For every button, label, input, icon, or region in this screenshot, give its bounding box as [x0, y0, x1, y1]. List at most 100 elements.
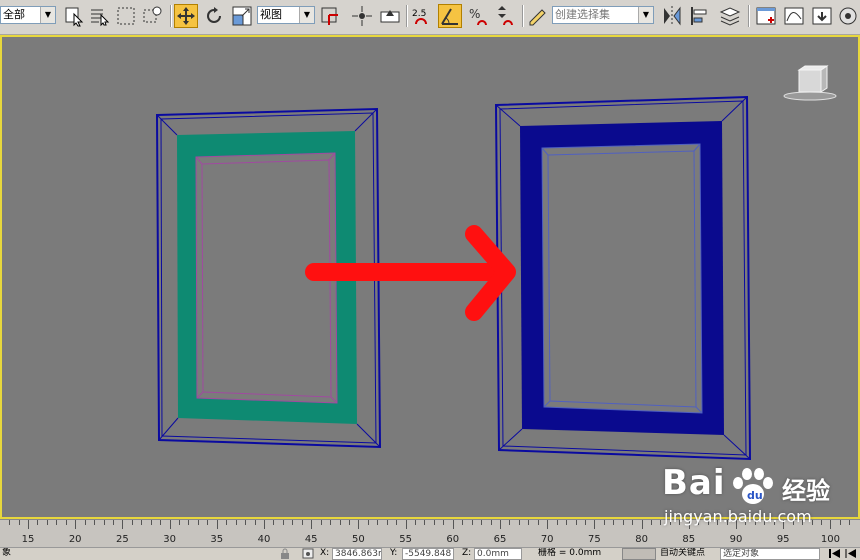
timeline-tick-label: 50 — [352, 534, 365, 545]
select-and-move-icon[interactable] — [174, 4, 198, 28]
timeline-minor-tick — [273, 520, 275, 525]
timeline-tick — [641, 520, 643, 529]
timeline-tick — [311, 520, 313, 529]
x-coord-field[interactable]: 3846.863m — [332, 548, 382, 560]
mirror-icon[interactable] — [660, 4, 684, 28]
timeline-minor-tick — [471, 520, 473, 525]
viewcube-icon[interactable] — [783, 65, 837, 101]
timeline-minor-tick — [339, 520, 341, 525]
timeline-minor-tick — [103, 520, 105, 525]
chevron-down-icon: ▼ — [299, 7, 314, 23]
timeline-minor-tick — [566, 520, 568, 525]
select-and-rotate-icon[interactable] — [202, 4, 226, 28]
timeline-minor-tick — [197, 520, 199, 525]
align-icon[interactable] — [688, 4, 712, 28]
set-key-button[interactable] — [622, 548, 656, 560]
snap-value-text: 2.5 — [412, 9, 426, 19]
timeline-minor-tick — [141, 520, 143, 525]
timeline-minor-tick — [320, 520, 322, 525]
edit-named-selection-icon[interactable] — [526, 4, 550, 28]
chevron-down-icon: ▼ — [638, 7, 653, 23]
pivot-center-icon[interactable] — [318, 4, 342, 28]
timeline-minor-tick — [179, 520, 181, 525]
timeline-tick-label: 70 — [540, 534, 554, 545]
manipulate-icon[interactable] — [350, 4, 374, 28]
timeline-minor-tick — [651, 520, 653, 525]
timeline-minor-tick — [254, 520, 256, 525]
x-coord-label: X: — [320, 548, 330, 558]
timeline-minor-tick — [301, 520, 303, 525]
selection-status-text: 象 — [2, 548, 12, 558]
material-editor-icon[interactable] — [810, 4, 834, 28]
timeline-minor-tick — [282, 520, 284, 525]
spinner-snap-icon[interactable] — [492, 4, 516, 28]
timeline-minor-tick — [509, 520, 511, 525]
curve-editor-icon[interactable] — [754, 4, 778, 28]
timeline-minor-tick — [386, 520, 388, 525]
timeline-tick — [405, 520, 407, 529]
auto-key-button[interactable]: 自动关键点 — [660, 548, 720, 560]
timeline-minor-tick — [556, 520, 558, 525]
timeline-minor-tick — [160, 520, 162, 525]
z-coord-field[interactable]: 0.0mm — [474, 548, 522, 560]
timeline-minor-tick — [188, 520, 190, 525]
timeline-minor-tick — [235, 520, 237, 525]
timeline-minor-tick — [396, 520, 398, 525]
timeline-minor-tick — [131, 520, 133, 525]
timeline-minor-tick — [348, 520, 350, 525]
absolute-mode-transform-icon[interactable] — [302, 548, 316, 560]
timeline-tick — [452, 520, 454, 529]
right-door-frame[interactable] — [494, 95, 752, 461]
timeline-minor-tick — [150, 520, 152, 525]
timeline-minor-tick — [37, 520, 39, 525]
timeline-tick — [75, 520, 77, 529]
main-toolbar: 全部 ▼ 视图 ▼ 2.5 % 创建选择集 ▼ — [0, 0, 860, 35]
timeline-minor-tick — [575, 520, 577, 525]
select-by-name-icon[interactable] — [88, 4, 112, 28]
timeline-tick-label: 75 — [588, 534, 601, 545]
timeline-tick-label: 25 — [116, 534, 129, 545]
timeline-minor-tick — [415, 520, 417, 525]
key-filter-dropdown[interactable]: 选定对象 — [720, 548, 820, 560]
timeline-tick-label: 55 — [399, 534, 412, 545]
timeline-tick — [358, 520, 360, 529]
timeline-minor-tick — [613, 520, 615, 525]
timeline-tick — [28, 520, 29, 529]
timeline-tick-label: 40 — [257, 534, 271, 545]
timeline-tick-label: 35 — [210, 534, 224, 545]
timeline-tick-label: 80 — [635, 534, 648, 545]
timeline-minor-tick — [481, 520, 483, 525]
rect-selection-region-icon[interactable] — [114, 4, 138, 28]
timeline-minor-tick — [537, 520, 539, 525]
window-crossing-icon[interactable] — [140, 4, 164, 28]
layer-manager-icon[interactable] — [718, 4, 742, 28]
reference-coord-dropdown[interactable]: 视图 ▼ — [257, 6, 315, 24]
angle-snap-icon[interactable] — [438, 4, 462, 28]
select-and-scale-icon[interactable] — [230, 4, 254, 28]
timeline-minor-tick — [443, 520, 445, 525]
svg-text:du: du — [747, 489, 763, 502]
named-selection-set-dropdown[interactable]: 创建选择集 ▼ — [552, 6, 654, 24]
percent-snap-icon[interactable]: % — [466, 4, 490, 28]
go-to-start-icon[interactable] — [828, 548, 842, 560]
timeline-tick-label: 65 — [493, 534, 507, 545]
keyboard-shortcut-override-icon[interactable] — [378, 4, 402, 28]
viewport-perspective[interactable] — [0, 35, 860, 519]
timeline-minor-tick — [94, 520, 96, 525]
snaps-toggle-icon[interactable]: 2.5 — [410, 4, 434, 28]
timeline-minor-tick — [46, 520, 48, 525]
status-bar: 象 X: 3846.863m Y: -5549.848 Z: 0.0mm 栅格 … — [0, 547, 860, 560]
selection-filter-dropdown[interactable]: 全部 ▼ — [0, 6, 56, 24]
timeline-minor-tick — [424, 520, 426, 525]
timeline-minor-tick — [367, 520, 369, 525]
timeline-minor-tick — [207, 520, 209, 525]
lock-icon[interactable] — [280, 548, 292, 560]
render-setup-icon[interactable] — [836, 4, 860, 28]
timeline-minor-tick — [18, 520, 20, 525]
y-coord-field[interactable]: -5549.848 — [402, 548, 454, 560]
paw-logo-icon: du — [733, 468, 773, 504]
timeline-minor-tick — [330, 520, 332, 525]
schematic-view-icon[interactable] — [782, 4, 806, 28]
select-object-icon[interactable] — [62, 4, 86, 28]
previous-frame-icon[interactable] — [844, 548, 858, 560]
